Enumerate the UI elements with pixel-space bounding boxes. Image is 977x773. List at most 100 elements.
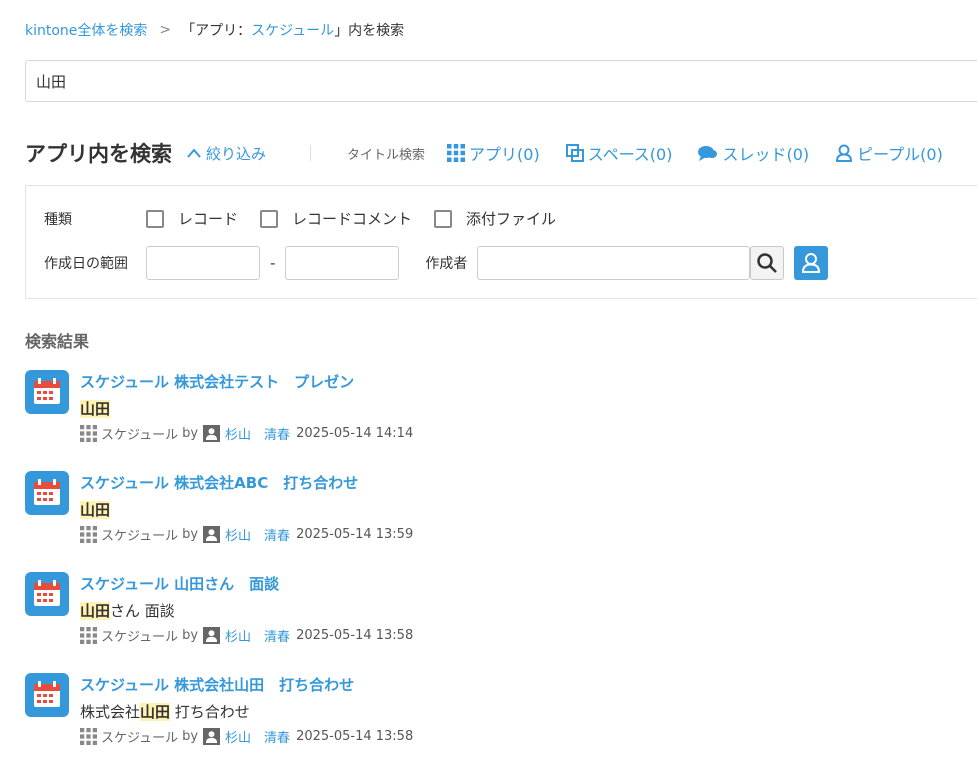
checkbox-attachment[interactable]: 添付ファイル bbox=[434, 208, 556, 229]
calendar-app-icon[interactable] bbox=[25, 370, 69, 414]
user-avatar-icon bbox=[203, 526, 221, 543]
date-creator-row: 作成日の範囲 - 作成者 bbox=[44, 246, 829, 280]
breadcrumb-current-suffix: 」内を検索 bbox=[334, 23, 405, 39]
breadcrumb-current-prefix: 「アプリ： bbox=[181, 23, 252, 39]
breadcrumb-separator: > bbox=[159, 22, 172, 38]
result-date: 2025-05-14 14:14 bbox=[296, 426, 414, 441]
search-icon bbox=[757, 253, 778, 273]
result-date: 2025-05-14 13:58 bbox=[296, 729, 414, 744]
breadcrumb-app-link[interactable]: スケジュール bbox=[251, 23, 334, 39]
checkbox-box[interactable] bbox=[260, 209, 279, 228]
snippet-highlight: 山田 bbox=[80, 501, 111, 519]
user-icon bbox=[802, 253, 821, 273]
snippet-highlight: 山田 bbox=[140, 703, 171, 721]
creator-user-picker-button[interactable] bbox=[794, 246, 829, 280]
result-snippet: 山田 bbox=[80, 398, 111, 419]
space-icon bbox=[565, 144, 584, 162]
snippet-highlight: 山田 bbox=[80, 602, 111, 620]
user-avatar-icon bbox=[203, 425, 221, 442]
checkbox-attachment-label: 添付ファイル bbox=[466, 210, 557, 228]
date-from-input[interactable] bbox=[146, 246, 260, 280]
divider bbox=[310, 145, 312, 161]
date-range-label: 作成日の範囲 bbox=[44, 256, 128, 272]
result-snippet: 株式会社山田 打ち合わせ bbox=[80, 701, 250, 722]
app-grid-icon bbox=[80, 425, 97, 442]
result-snippet: 山田 bbox=[80, 499, 111, 520]
checkbox-box[interactable] bbox=[434, 209, 453, 228]
result-by: by bbox=[182, 527, 199, 542]
filter-thread[interactable]: スレッド(0) bbox=[698, 141, 809, 165]
type-label: 種類 bbox=[44, 211, 72, 228]
result-user-link[interactable]: 杉山 清春 bbox=[225, 424, 290, 443]
result-date: 2025-05-14 13:59 bbox=[296, 527, 414, 542]
creator-label: 作成者 bbox=[425, 256, 468, 272]
checkbox-record-comment[interactable]: レコードコメント bbox=[260, 208, 412, 229]
filter-panel: 種類 レコード レコードコメント 添付ファイル 作成日の範囲 - 作成者 bbox=[25, 185, 977, 299]
result-by: by bbox=[182, 426, 199, 441]
breadcrumb: kintone全体を検索 > 「アプリ：スケジュール」内を検索 bbox=[25, 20, 404, 40]
snippet-after: 打ち合わせ bbox=[170, 703, 250, 721]
result-meta: スケジュール by 杉山 清春 2025-05-14 14:14 bbox=[80, 424, 413, 443]
narrow-toggle[interactable]: 絞り込み bbox=[186, 143, 266, 164]
result-title-link[interactable]: スケジュール 株式会社テスト プレゼン bbox=[80, 371, 354, 392]
user-avatar-icon bbox=[203, 728, 221, 745]
result-app-name: スケジュール bbox=[101, 630, 179, 645]
snippet-highlight: 山田 bbox=[80, 400, 111, 418]
result-user-link[interactable]: 杉山 清春 bbox=[225, 727, 290, 746]
calendar-app-icon[interactable] bbox=[25, 673, 69, 717]
thread-icon bbox=[698, 146, 718, 161]
result-snippet: 山田さん 面談 bbox=[80, 600, 175, 621]
result-meta: スケジュール by 杉山 清春 2025-05-14 13:58 bbox=[80, 727, 413, 746]
calendar-app-icon[interactable] bbox=[25, 572, 69, 616]
filter-thread-label: スレッド(0) bbox=[722, 145, 810, 164]
app-grid-icon bbox=[80, 728, 97, 745]
checkbox-box[interactable] bbox=[146, 209, 164, 228]
creator-search-button[interactable] bbox=[750, 246, 785, 280]
breadcrumb-current: 「アプリ：スケジュール」内を検索 bbox=[181, 20, 404, 40]
breadcrumb-root-link[interactable]: kintone全体を検索 bbox=[25, 20, 147, 40]
filter-people[interactable]: ピープル(0) bbox=[835, 141, 943, 165]
type-row: 種類 レコード レコードコメント 添付ファイル bbox=[44, 208, 556, 229]
result-item: スケジュール 山田さん 面談 山田さん 面談 スケジュール by 杉山 清春 2… bbox=[25, 572, 925, 652]
result-user-link[interactable]: 杉山 清春 bbox=[225, 525, 290, 544]
creator-input[interactable] bbox=[477, 246, 751, 280]
title-search-label: タイトル検索 bbox=[347, 147, 426, 163]
results-title: 検索結果 bbox=[25, 332, 90, 351]
date-to-input[interactable] bbox=[285, 246, 400, 280]
result-item: スケジュール 株式会社山田 打ち合わせ 株式会社山田 打ち合わせ スケジュール … bbox=[25, 673, 925, 753]
search-input[interactable] bbox=[25, 60, 977, 102]
result-app-name: スケジュール bbox=[101, 529, 179, 544]
calendar-app-icon[interactable] bbox=[25, 471, 69, 515]
checkbox-record-comment-label: レコードコメント bbox=[292, 210, 413, 228]
result-by: by bbox=[182, 729, 199, 744]
result-app-name: スケジュール bbox=[101, 731, 179, 746]
checkbox-record[interactable]: レコード bbox=[146, 208, 238, 229]
date-separator: - bbox=[270, 254, 276, 272]
narrow-label: 絞り込み bbox=[206, 144, 267, 163]
result-item: スケジュール 株式会社ABC 打ち合わせ 山田 スケジュール by 杉山 清春 … bbox=[25, 471, 925, 551]
result-user-link[interactable]: 杉山 清春 bbox=[225, 626, 290, 645]
app-grid-icon bbox=[80, 526, 97, 543]
result-title-link[interactable]: スケジュール 山田さん 面談 bbox=[80, 573, 279, 594]
people-icon bbox=[836, 144, 853, 162]
filter-app-label: アプリ(0) bbox=[469, 145, 540, 164]
filter-people-label: ピープル(0) bbox=[857, 145, 943, 164]
result-by: by bbox=[182, 628, 199, 643]
user-avatar-icon bbox=[203, 627, 221, 644]
result-meta: スケジュール by 杉山 清春 2025-05-14 13:58 bbox=[80, 626, 413, 645]
filter-space-label: スペース(0) bbox=[587, 145, 673, 164]
result-title-link[interactable]: スケジュール 株式会社ABC 打ち合わせ bbox=[80, 472, 358, 493]
search-header: アプリ内を検索 絞り込み タイトル検索 アプリ(0) スペース(0) スレッド(… bbox=[25, 138, 977, 168]
snippet-before: 株式会社 bbox=[80, 703, 141, 721]
filter-space[interactable]: スペース(0) bbox=[565, 141, 673, 165]
result-meta: スケジュール by 杉山 清春 2025-05-14 13:59 bbox=[80, 525, 413, 544]
result-app-name: スケジュール bbox=[101, 428, 179, 443]
chevron-up-icon bbox=[187, 148, 201, 158]
page-title: アプリ内を検索 bbox=[25, 142, 172, 166]
filter-app[interactable]: アプリ(0) bbox=[447, 141, 540, 165]
app-grid-icon bbox=[80, 627, 97, 644]
result-item: スケジュール 株式会社テスト プレゼン 山田 スケジュール by 杉山 清春 2… bbox=[25, 370, 925, 450]
result-date: 2025-05-14 13:58 bbox=[296, 628, 414, 643]
result-title-link[interactable]: スケジュール 株式会社山田 打ち合わせ bbox=[80, 674, 354, 695]
grid-icon bbox=[447, 144, 466, 162]
